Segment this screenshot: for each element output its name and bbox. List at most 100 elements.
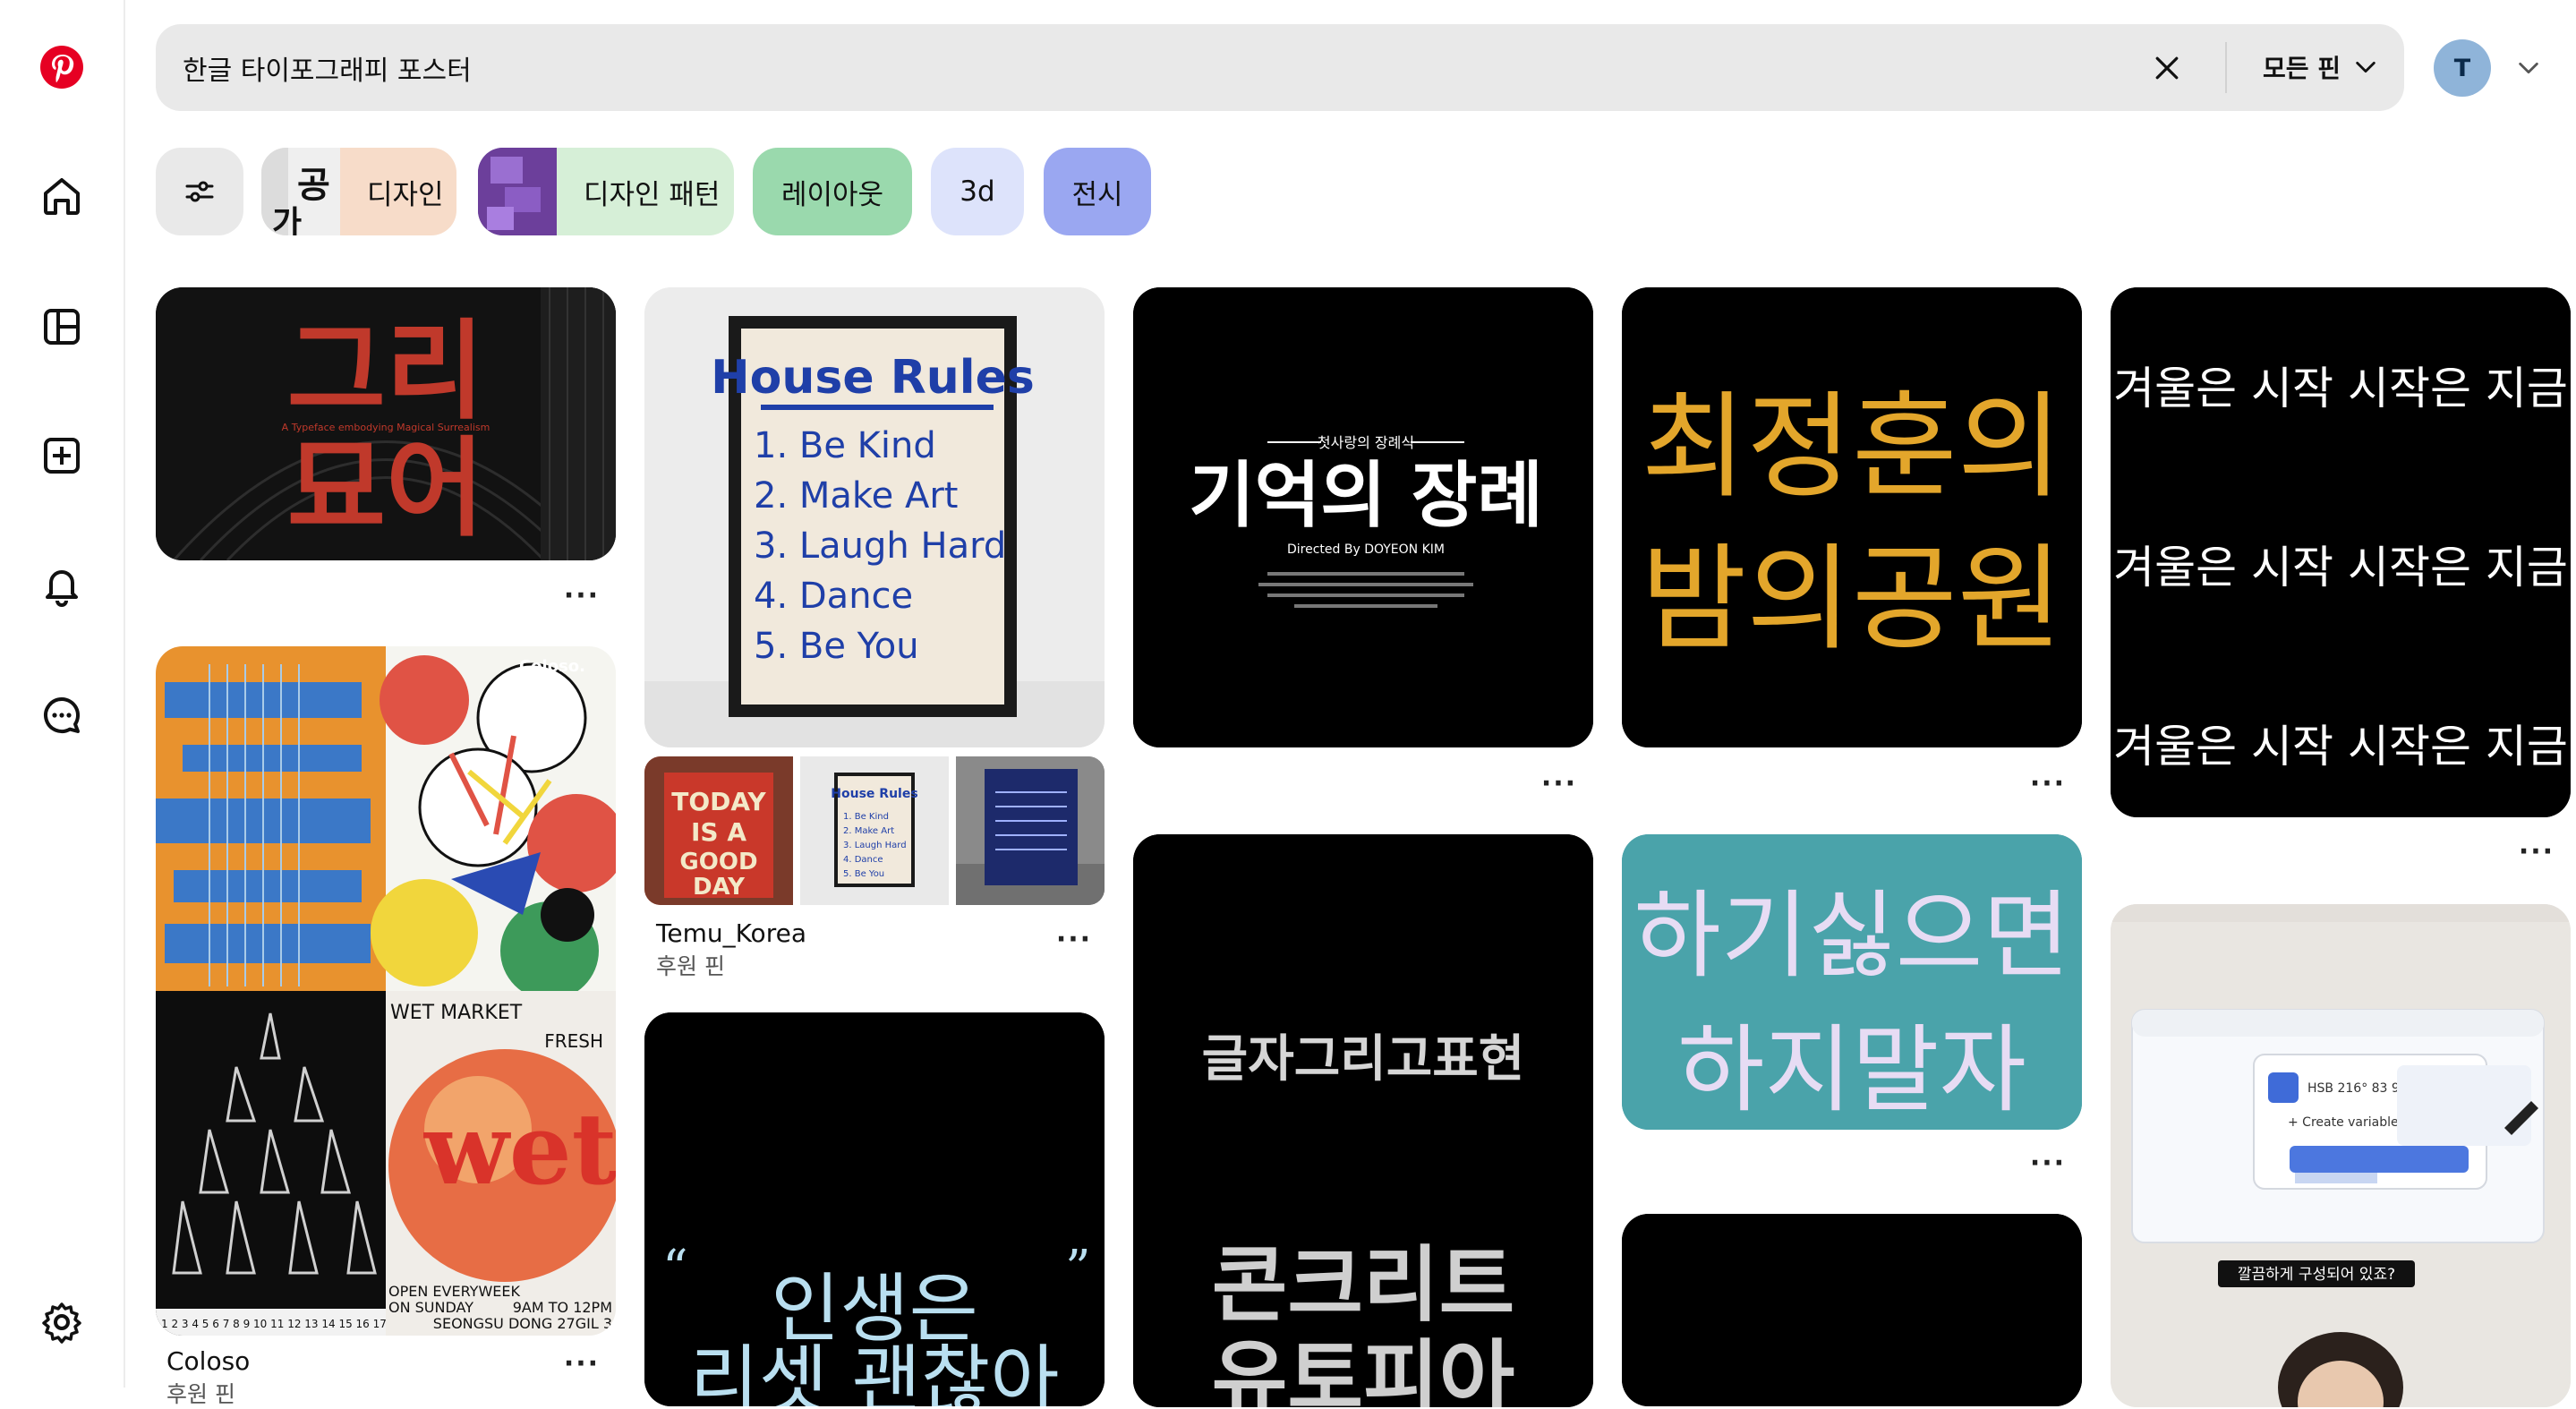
chip-design-pattern[interactable]: 디자인 패턴 [478,148,734,235]
boards-button[interactable] [21,286,102,367]
pin-text: 하기싫으면 [1633,881,2070,991]
filters-button[interactable] [156,148,243,235]
product-thumbnail[interactable] [956,756,1105,905]
pin-more-button[interactable]: ··· [1540,768,1579,799]
home-button[interactable] [21,156,102,236]
pin-card[interactable]: 최정훈의 밤의공원 [1622,287,2082,747]
account-menu-button[interactable] [2511,50,2546,86]
pin-author[interactable]: Temu_Korea [656,918,806,948]
board-icon [44,309,80,345]
pin-more-button[interactable]: ··· [562,1348,601,1379]
pin-subtitle: 깔끔하게 구성되어 있죠? [2238,1266,2395,1284]
pin-text: House Rules [711,351,1035,405]
pin-text: 9AM TO 12PM [513,1299,612,1316]
svg-text:TODAY: TODAY [671,787,766,816]
pin-card[interactable] [1622,1214,2082,1406]
search-divider [2225,42,2227,93]
svg-text:”: ” [1065,1240,1091,1298]
clear-search-button[interactable] [2141,42,2193,94]
chip-label: 디자인 [367,178,444,211]
pin-card[interactable]: Coloso. 1 2 3 4 5 6 7 8 9 10 11 12 13 14… [156,646,616,1336]
avatar-initial: T [2453,54,2471,82]
pin-text: 글자그리고표현 [1202,1030,1525,1089]
chip-design[interactable]: 공가 디자인 [261,148,456,235]
pin-text: Coloso. [519,657,585,676]
pin-card[interactable]: 첫사랑의 장례식 기억의 장례 Directed By DOYEON KIM [1133,287,1593,747]
pin-card[interactable]: 그리 A Typeface embodying Magical Surreali… [156,287,616,560]
pin-card[interactable]: HSB 216° 83 95 + Create variable 깔끔하게 구성… [2111,904,2571,1407]
notifications-icon [46,570,78,607]
create-icon [44,438,80,474]
chip-3d[interactable]: 3d [931,148,1024,235]
svg-text:IS A: IS A [691,817,746,847]
pin-image: HSB 216° 83 95 + Create variable 깔끔하게 구성… [2111,904,2571,1407]
pin-text: FRESH [544,1030,603,1052]
product-thumbnail[interactable]: House Rules 1. Be Kind 2. Make Art 3. Laugh… [800,756,949,905]
pin-text: 하지말자 [1677,1015,2026,1125]
pin-text: Directed By DOYEON KIM [1287,542,1445,557]
avatar[interactable]: T [2434,39,2491,97]
close-icon [2155,56,2179,80]
pin-text: 겨울은 시작 시작은 지금 [2113,721,2568,773]
pin-card[interactable]: 하기싫으면 하지말자 [1622,834,2082,1130]
notifications-button[interactable] [21,544,102,625]
pin-text: 기억의 장례 [1189,454,1543,537]
svg-text:“: “ [662,1240,688,1298]
pin-author[interactable]: Coloso [166,1346,250,1376]
pin-card[interactable]: 글자그리고표현 콘크리트 유토피아 [1133,834,1593,1407]
svg-text:2. Make Art: 2. Make Art [843,826,894,836]
pin-text: 3. Laugh Hard [754,525,1006,567]
svg-text:3. Laugh Hard: 3. Laugh Hard [843,841,907,850]
search-input[interactable] [183,24,2107,111]
create-button[interactable] [21,415,102,496]
chip-label: 레이아웃 [780,178,884,211]
pin-card[interactable]: “ ” 인생은 리셋 괜찮아 [644,1012,1105,1406]
pin-filter-label: 모든 핀 [2263,54,2341,83]
pin-image: “ ” 인생은 리셋 괜찮아 [644,1012,1105,1406]
pin-text: 1. Be Kind [754,425,936,466]
pin-text: 콘크리트 [1212,1237,1515,1333]
pin-text: 묘어 [287,427,485,551]
pin-more-button[interactable]: ··· [2517,836,2556,867]
product-thumbnail[interactable]: TODAY IS A GOOD DAY [644,756,793,905]
pin-more-button[interactable]: ··· [562,580,601,611]
pinterest-logo[interactable] [21,27,102,107]
pin-image [1622,1214,2082,1406]
pin-text: 그리 [287,310,485,434]
pin-card[interactable]: House Rules 1. Be Kind 2. Make Art 3. La… [644,287,1105,747]
pin-image: 최정훈의 밤의공원 [1622,287,2082,747]
search-bar: 모든 핀 [156,24,2404,111]
pin-text: 리셋 괜찮아 [689,1336,1059,1406]
chip-label: 전시 [1071,178,1123,211]
svg-text:DAY: DAY [693,874,746,901]
chip-exhibition[interactable]: 전시 [1044,148,1151,235]
pin-meta: 후원 핀 [166,1381,235,1407]
chevron-down-icon [2519,62,2538,74]
chevron-down-icon [2356,61,2376,73]
chip-layout[interactable]: 레이아웃 [753,148,912,235]
pin-filter-dropdown[interactable]: 모든 핀 [2250,40,2391,94]
settings-icon [42,1302,81,1344]
pinterest-logo-icon [40,46,83,89]
svg-text:가: 가 [272,205,302,235]
settings-button[interactable] [21,1282,102,1362]
pin-text: 겨울은 시작 시작은 지금 [2113,363,2568,414]
pin-text: 5. Be You [754,626,919,667]
svg-text:5. Be You: 5. Be You [843,869,884,879]
pin-more-button[interactable]: ··· [2028,768,2068,799]
pin-text: 겨울은 시작 시작은 지금 [2113,542,2568,593]
pin-text: 첫사랑의 장례식 [1318,434,1414,451]
pin-text: 4. Dance [754,576,913,617]
chip-label: 3d [960,175,995,208]
pin-card[interactable]: 겨울은 시작 시작은 지금 겨울은 시작 시작은 지금 겨울은 시작 시작은 지… [2111,287,2571,817]
pin-more-button[interactable]: ··· [1054,924,1094,955]
messages-button[interactable] [21,675,102,756]
pin-image: 첫사랑의 장례식 기억의 장례 Directed By DOYEON KIM [1133,287,1593,747]
pin-text: ON SUNDAY [388,1299,473,1316]
pin-image: 그리 A Typeface embodying Magical Surreali… [156,287,616,560]
pin-text: 밤의공원 [1641,533,2062,666]
svg-text:공: 공 [297,165,330,206]
pin-meta: 후원 핀 [656,953,725,979]
pin-text: wet [423,1091,616,1207]
pin-more-button[interactable]: ··· [2028,1148,2068,1179]
